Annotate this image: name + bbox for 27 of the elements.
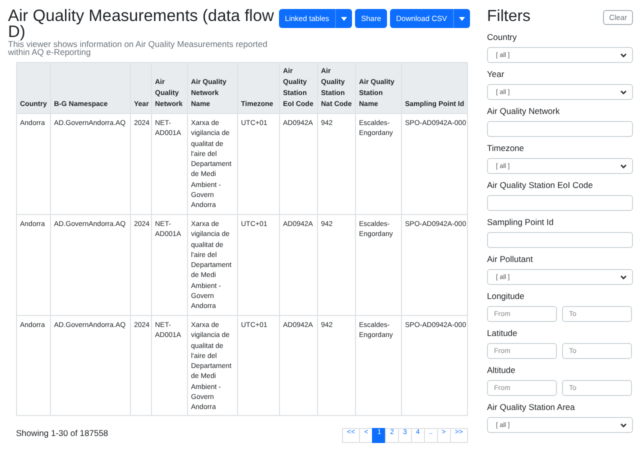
chevron-icon	[620, 90, 627, 94]
filter-label: Altitude	[487, 365, 516, 377]
filter-label: Timezone	[487, 143, 526, 155]
caret-icon	[341, 17, 348, 21]
chevron-icon	[620, 52, 627, 58]
filter-label: Year	[487, 69, 506, 81]
input-field[interactable]	[487, 232, 633, 248]
filters-title: Filters	[487, 8, 531, 26]
page-title: Air Quality Measurements (data flow D)	[8, 8, 275, 40]
filter-label: Latitude	[487, 328, 518, 340]
page-subtitle: This viewer shows information on Air Quality Measurements reported within AQ e-Reporting	[8, 40, 268, 56]
filter-label: Air Quality Station Area	[487, 402, 576, 414]
filter-label: Air Pollutant	[487, 254, 534, 266]
input-field[interactable]	[487, 195, 633, 211]
filter-label: Air Quality Network	[487, 106, 561, 118]
chevron-icon	[620, 422, 627, 428]
caret-icon	[459, 17, 465, 21]
filter-label: Longitude	[487, 291, 526, 303]
input-field[interactable]	[487, 121, 633, 137]
filter-label: Country	[487, 32, 518, 44]
dropdown-toggle[interactable]	[453, 9, 470, 28]
dropdown-toggle[interactable]	[335, 9, 352, 28]
chevron-icon	[620, 164, 627, 168]
result-count: Showing 1-30 of 187558	[16, 428, 108, 438]
filter-label: Air Quality Station EoI Code	[487, 180, 594, 192]
chevron-icon	[620, 274, 627, 280]
filter-label: Sampling Point Id	[487, 217, 555, 229]
